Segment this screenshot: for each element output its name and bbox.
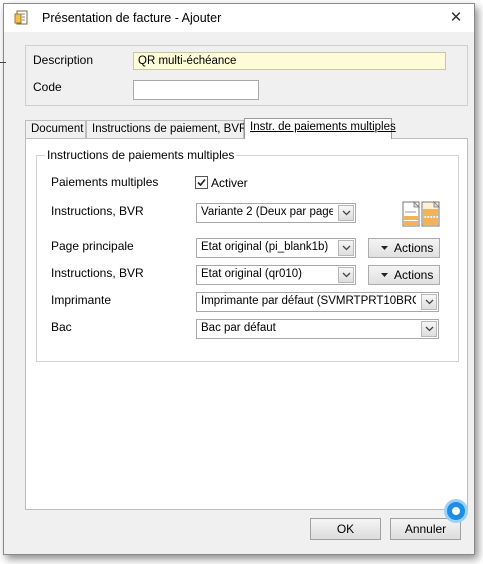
- tab-instructions-paiement-label: Instructions de paiement, BVR: [92, 123, 248, 135]
- chevron-down-icon: [421, 321, 437, 337]
- code-field[interactable]: [133, 80, 259, 100]
- window-title: Présentation de facture - Ajouter: [42, 11, 222, 25]
- page-principale-value: Etat original (pi_blank1b): [201, 241, 329, 253]
- chevron-down-icon: [338, 240, 354, 256]
- tab-document-label: Document: [31, 123, 84, 135]
- instructions-bvr2-label: Instructions, BVR: [51, 266, 144, 280]
- tab-document[interactable]: Document: [25, 120, 86, 138]
- page-principale-actions-button[interactable]: Actions: [368, 238, 440, 258]
- page-principale-label: Page principale: [51, 239, 134, 253]
- actions-label: Actions: [394, 241, 434, 255]
- description-field[interactable]: QR multi-échéance: [133, 52, 446, 70]
- bac-value: Bac par défaut: [201, 322, 276, 334]
- chevron-down-icon: [338, 267, 354, 283]
- activer-checkbox[interactable]: [195, 176, 208, 189]
- bac-label: Bac: [51, 320, 72, 334]
- instructions-bvr2-value: Etat original (qr010): [201, 268, 302, 280]
- paiements-multiples-label: Paiements multiples: [51, 175, 159, 189]
- close-icon[interactable]: ✕: [446, 8, 466, 28]
- instructions-bvr-label: Instructions, BVR: [51, 204, 144, 218]
- imprimante-select[interactable]: Imprimante par défaut (SVMRTPRT10BROTH: [196, 292, 439, 312]
- group-title: Instructions de paiements multiples: [45, 148, 237, 162]
- divider: [0, 62, 6, 63]
- paiements-multiples-group: Instructions de paiements multiples Paie…: [36, 148, 459, 362]
- invoice-icon: [14, 10, 30, 26]
- cancel-button[interactable]: Annuler: [390, 518, 461, 540]
- check-icon: [197, 178, 206, 187]
- two-per-page-layout-icon: [402, 201, 440, 227]
- imprimante-label: Imprimante: [51, 293, 112, 307]
- tab-instructions-paiement[interactable]: Instructions de paiement, BVR: [86, 120, 248, 138]
- tab-paiements-multiples-label: Instr. de paiements multiples: [250, 121, 396, 133]
- title-bar: Présentation de facture - Ajouter ✕: [4, 4, 474, 32]
- code-label: Code: [33, 80, 62, 94]
- bac-select[interactable]: Bac par défaut: [196, 319, 439, 339]
- activer-label: Activer: [211, 176, 248, 190]
- dropdown-triangle-icon: [381, 246, 388, 250]
- instructions-bvr-select[interactable]: Variante 2 (Deux par page): [196, 203, 356, 223]
- imprimante-value: Imprimante par défaut (SVMRTPRT10BROTH: [201, 295, 416, 307]
- dropdown-triangle-icon: [381, 273, 388, 277]
- actions-label: Actions: [394, 268, 434, 282]
- instructions-bvr-value: Variante 2 (Deux par page): [201, 206, 333, 218]
- tab-panel: Instructions de paiements multiples Paie…: [25, 138, 468, 510]
- assistant-bubble-icon[interactable]: [447, 502, 465, 520]
- chevron-down-icon: [338, 205, 354, 221]
- tab-paiements-multiples[interactable]: Instr. de paiements multiples: [244, 118, 396, 139]
- instructions-bvr2-actions-button[interactable]: Actions: [368, 265, 440, 285]
- page-principale-select[interactable]: Etat original (pi_blank1b): [196, 238, 356, 258]
- chevron-down-icon: [421, 294, 437, 310]
- dialog-window: Présentation de facture - Ajouter ✕ Desc…: [3, 3, 475, 555]
- header-panel: Description QR multi-échéance Code: [25, 45, 468, 106]
- instructions-bvr2-select[interactable]: Etat original (qr010): [196, 265, 356, 285]
- description-label: Description: [33, 53, 94, 67]
- ok-button[interactable]: OK: [310, 518, 381, 540]
